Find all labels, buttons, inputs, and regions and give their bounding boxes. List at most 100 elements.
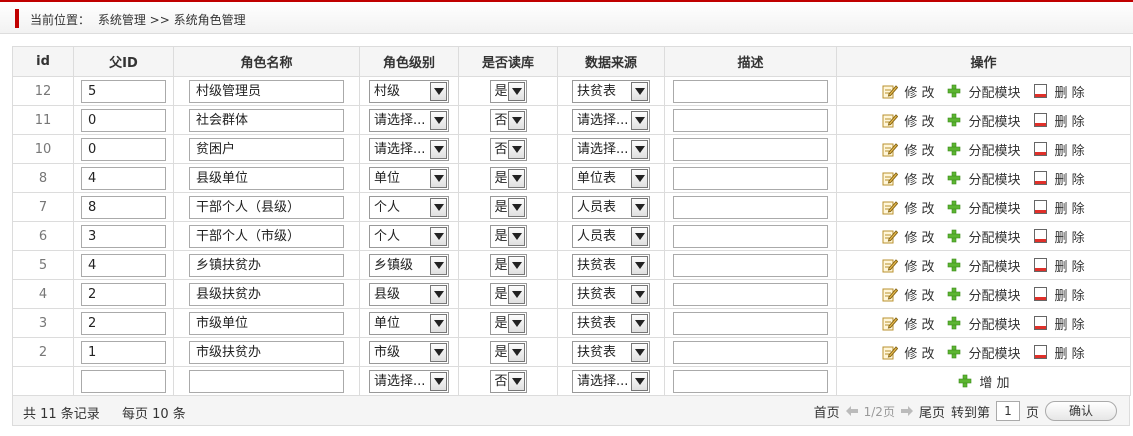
read-db-select[interactable]: 是 [489,253,527,277]
role-name-input[interactable]: 干部个人（市级） [189,224,344,248]
description-input[interactable] [673,166,828,190]
assign-module-button[interactable]: 分配模块 [946,140,1021,159]
data-source-select[interactable]: 请选择... [572,137,650,161]
delete-button[interactable]: 删 除 [1033,227,1085,246]
dropdown-arrow-icon[interactable] [507,313,525,333]
dropdown-arrow-icon[interactable] [507,284,525,304]
parent-id-input[interactable]: 0 [81,137,166,161]
dropdown-arrow-icon[interactable] [631,371,648,391]
dropdown-arrow-icon[interactable] [631,255,648,275]
role-name-input[interactable]: 干部个人（县级） [189,195,344,219]
description-input[interactable] [673,137,828,161]
edit-button[interactable]: 修 改 [882,227,934,246]
role-name-input[interactable]: 乡镇扶贫办 [189,253,344,277]
read-db-select[interactable]: 是 [489,340,527,364]
role-level-select[interactable]: 请选择... [369,108,449,132]
data-source-select[interactable]: 扶贫表 [572,79,650,103]
parent-id-input[interactable]: 2 [81,282,166,306]
read-db-select[interactable]: 否 [489,369,527,393]
description-input[interactable] [673,340,828,364]
read-db-select[interactable]: 是 [489,79,527,103]
dropdown-arrow-icon[interactable] [430,168,447,188]
description-input[interactable] [673,195,828,219]
read-db-select[interactable]: 否 [489,108,527,132]
dropdown-arrow-icon[interactable] [631,139,648,159]
add-button[interactable]: 增 加 [957,372,1010,391]
read-db-select[interactable]: 是 [489,166,527,190]
dropdown-arrow-icon[interactable] [631,313,648,333]
delete-button[interactable]: 删 除 [1033,169,1085,188]
dropdown-arrow-icon[interactable] [507,139,525,159]
dropdown-arrow-icon[interactable] [507,255,525,275]
dropdown-arrow-icon[interactable] [430,139,447,159]
role-level-select[interactable]: 单位 [369,311,449,335]
dropdown-arrow-icon[interactable] [631,168,648,188]
dropdown-arrow-icon[interactable] [631,342,648,362]
data-source-select[interactable]: 人员表 [572,224,650,248]
delete-button[interactable]: 删 除 [1033,256,1085,275]
data-source-select[interactable]: 扶贫表 [572,311,650,335]
role-name-input[interactable]: 县级单位 [189,166,344,190]
parent-id-input[interactable]: 1 [81,340,166,364]
data-source-select[interactable]: 扶贫表 [572,253,650,277]
edit-button[interactable]: 修 改 [882,198,934,217]
parent-id-input[interactable]: 3 [81,224,166,248]
dropdown-arrow-icon[interactable] [430,342,447,362]
role-name-input[interactable] [189,369,344,393]
page-number-input[interactable]: 1 [995,401,1020,421]
dropdown-arrow-icon[interactable] [507,371,525,391]
dropdown-arrow-icon[interactable] [430,81,447,101]
assign-module-button[interactable]: 分配模块 [946,169,1021,188]
description-input[interactable] [673,311,828,335]
data-source-select[interactable]: 单位表 [572,166,650,190]
delete-button[interactable]: 删 除 [1033,314,1085,333]
dropdown-arrow-icon[interactable] [631,226,648,246]
parent-id-input[interactable]: 8 [81,195,166,219]
dropdown-arrow-icon[interactable] [631,197,648,217]
role-level-select[interactable]: 村级 [369,79,449,103]
description-input[interactable] [673,79,828,103]
dropdown-arrow-icon[interactable] [507,342,525,362]
delete-button[interactable]: 删 除 [1033,343,1085,362]
delete-button[interactable]: 删 除 [1033,82,1085,101]
data-source-select[interactable]: 请选择... [572,369,650,393]
role-name-input[interactable]: 贫困户 [189,137,344,161]
role-name-input[interactable]: 村级管理员 [189,79,344,103]
dropdown-arrow-icon[interactable] [430,197,447,217]
dropdown-arrow-icon[interactable] [507,226,525,246]
read-db-select[interactable]: 是 [489,282,527,306]
dropdown-arrow-icon[interactable] [631,81,648,101]
role-level-select[interactable]: 请选择... [369,369,449,393]
first-page-link[interactable]: 首页 [814,402,840,421]
description-input[interactable] [673,369,828,393]
assign-module-button[interactable]: 分配模块 [946,82,1021,101]
description-input[interactable] [673,108,828,132]
role-level-select[interactable]: 请选择... [369,137,449,161]
read-db-select[interactable]: 是 [489,195,527,219]
role-name-input[interactable]: 县级扶贫办 [189,282,344,306]
dropdown-arrow-icon[interactable] [631,110,648,130]
edit-button[interactable]: 修 改 [882,111,934,130]
parent-id-input[interactable]: 4 [81,166,166,190]
confirm-button[interactable]: 确认 [1045,401,1117,421]
assign-module-button[interactable]: 分配模块 [946,198,1021,217]
dropdown-arrow-icon[interactable] [430,371,447,391]
dropdown-arrow-icon[interactable] [507,110,525,130]
description-input[interactable] [673,253,828,277]
prev-arrow-icon[interactable] [845,406,858,416]
role-name-input[interactable]: 市级单位 [189,311,344,335]
role-level-select[interactable]: 县级 [369,282,449,306]
delete-button[interactable]: 删 除 [1033,140,1085,159]
next-arrow-icon[interactable] [900,406,913,416]
assign-module-button[interactable]: 分配模块 [946,256,1021,275]
dropdown-arrow-icon[interactable] [430,284,447,304]
role-level-select[interactable]: 个人 [369,195,449,219]
delete-button[interactable]: 删 除 [1033,198,1085,217]
read-db-select[interactable]: 否 [489,137,527,161]
data-source-select[interactable]: 人员表 [572,195,650,219]
assign-module-button[interactable]: 分配模块 [946,343,1021,362]
edit-button[interactable]: 修 改 [882,256,934,275]
delete-button[interactable]: 删 除 [1033,285,1085,304]
data-source-select[interactable]: 请选择... [572,108,650,132]
dropdown-arrow-icon[interactable] [430,226,447,246]
